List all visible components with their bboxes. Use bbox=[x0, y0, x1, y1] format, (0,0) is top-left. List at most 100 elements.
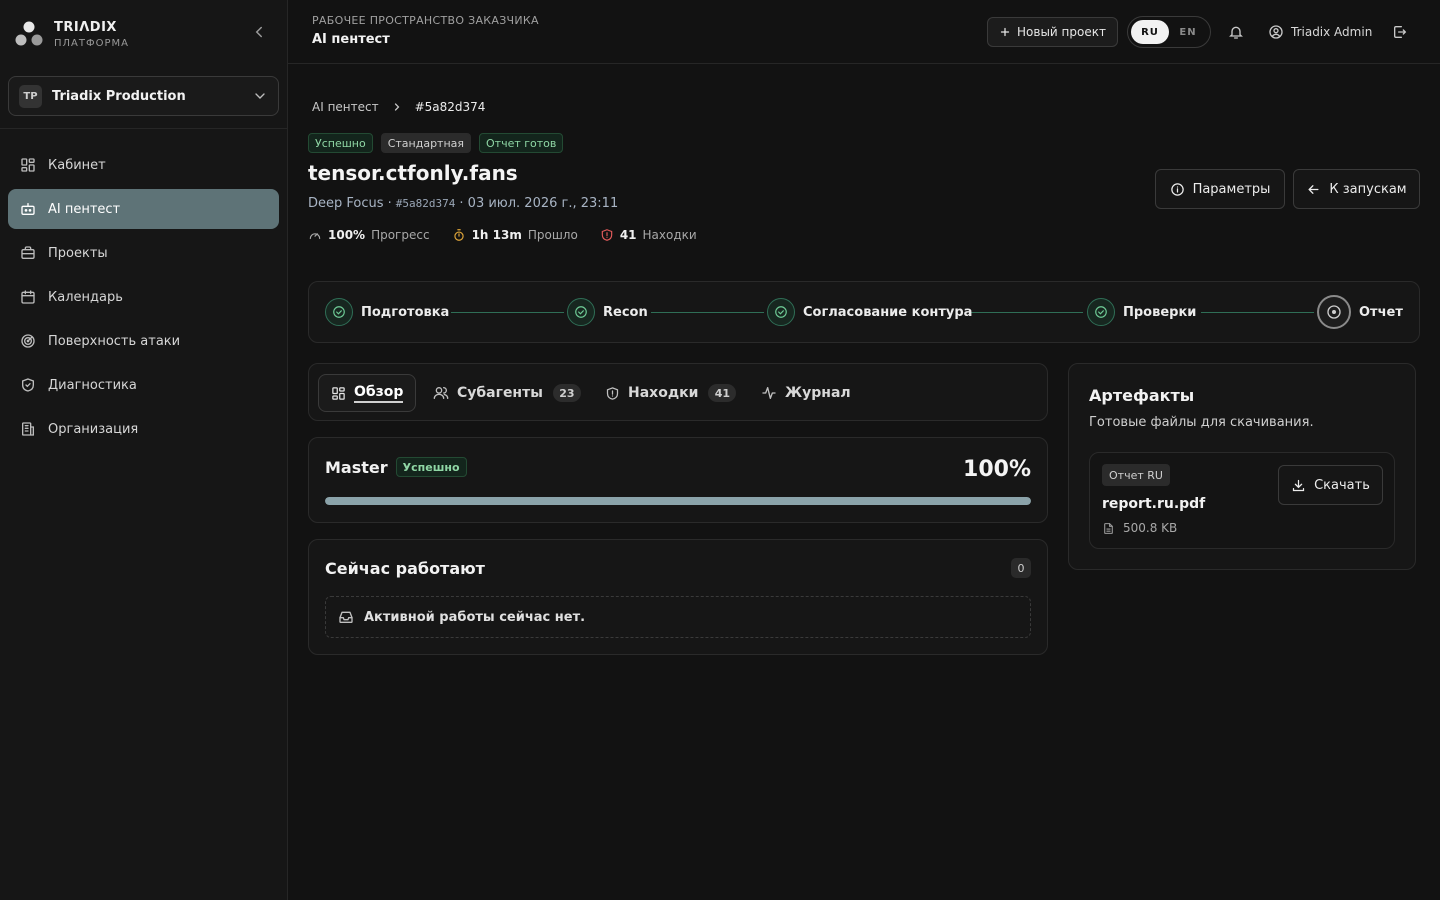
run-target: tensor.ctfonly.fans bbox=[308, 161, 518, 185]
master-title: Master bbox=[325, 457, 388, 477]
sidebar-item-label: Проекты bbox=[48, 245, 108, 261]
stat-findings-label: Находки bbox=[642, 228, 697, 242]
target-circle-icon bbox=[1317, 295, 1351, 329]
artifact-file: Отчет RU report.ru.pdf 500.8 KB Скачать bbox=[1089, 452, 1395, 549]
download-label: Скачать bbox=[1314, 477, 1370, 493]
findings-count-badge: 41 bbox=[708, 384, 737, 402]
briefcase-icon bbox=[20, 245, 36, 261]
artifacts-card: Артефакты Готовые файлы для скачивания. … bbox=[1068, 363, 1416, 570]
chevron-down-icon bbox=[252, 88, 268, 104]
step-connector bbox=[651, 312, 764, 313]
language-toggle: RU EN bbox=[1127, 16, 1211, 48]
shield-icon bbox=[605, 386, 620, 401]
run-badges: Успешно Стандартная Отчет готов bbox=[308, 133, 564, 153]
step-preparation[interactable]: Подготовка bbox=[325, 296, 449, 328]
step-recon[interactable]: Recon bbox=[567, 296, 648, 328]
back-to-runs-button[interactable]: К запускам bbox=[1293, 169, 1420, 209]
organization-select[interactable]: TP Triadix Production bbox=[8, 76, 279, 116]
tab-label: Журнал bbox=[785, 385, 851, 401]
file-size: 500.8 KB bbox=[1123, 521, 1178, 535]
gauge-icon bbox=[308, 228, 322, 242]
download-button[interactable]: Скачать bbox=[1278, 465, 1383, 505]
status-badge: Успешно bbox=[308, 133, 373, 153]
working-title: Сейчас работают bbox=[325, 559, 485, 578]
sidebar: TRIΛDIX ПЛАТФОРМА TP Triadix Production … bbox=[0, 0, 288, 900]
org-avatar: TP bbox=[19, 84, 42, 108]
run-id: #5a82d374 bbox=[395, 197, 456, 210]
arrow-left-icon bbox=[1306, 182, 1321, 197]
artifacts-subtitle: Готовые файлы для скачивания. bbox=[1089, 415, 1314, 430]
stat-progress: 100% Прогресс bbox=[308, 228, 430, 242]
tab-findings[interactable]: Находки 41 bbox=[605, 374, 737, 412]
tab-overview[interactable]: Обзор bbox=[318, 374, 417, 412]
step-scope-approval[interactable]: Согласование контура bbox=[767, 296, 972, 328]
master-status-badge: Успешно bbox=[395, 457, 467, 477]
breadcrumb-current: #5a82d374 bbox=[414, 100, 486, 114]
empty-state: Активной работы сейчас нет. bbox=[325, 596, 1031, 638]
logout-icon[interactable] bbox=[1392, 24, 1408, 40]
sidebar-item-label: Кабинет bbox=[48, 157, 106, 173]
sidebar-item-ai-pentest[interactable]: AI пентест bbox=[8, 189, 279, 229]
sidebar-divider bbox=[0, 128, 287, 129]
step-label: Отчет bbox=[1359, 304, 1403, 320]
layout-grid-icon bbox=[331, 386, 346, 401]
step-checks[interactable]: Проверки bbox=[1087, 296, 1196, 328]
sidebar-item-label: Организация bbox=[48, 421, 139, 437]
shield-check-icon bbox=[20, 377, 36, 393]
page-title: AI пентест bbox=[312, 32, 390, 47]
workspace-label: РАБОЧЕЕ ПРОСТРАНСТВО ЗАКАЗЧИКА bbox=[312, 14, 539, 27]
sidebar-item-calendar[interactable]: Календарь bbox=[8, 277, 279, 317]
profile-badge: Стандартная bbox=[380, 133, 472, 153]
user-circle-icon bbox=[1268, 24, 1284, 40]
triadix-logo-icon bbox=[14, 19, 44, 49]
step-label: Согласование контура bbox=[803, 304, 973, 320]
chevron-right-icon bbox=[391, 101, 403, 113]
stat-elapsed-value: 1h 13m bbox=[471, 228, 522, 242]
step-label: Recon bbox=[603, 304, 648, 320]
master-progress-fill bbox=[325, 497, 1031, 505]
lang-en-button[interactable]: EN bbox=[1169, 20, 1207, 44]
download-icon bbox=[1291, 478, 1306, 493]
brand-subtitle: ПЛАТФОРМА bbox=[54, 37, 129, 49]
run-tabs: Обзор Субагенты 23 Находки 41 Журнал bbox=[308, 363, 1048, 421]
sidebar-item-label: Поверхность атаки bbox=[48, 333, 181, 349]
check-circle-icon bbox=[567, 298, 595, 326]
step-report[interactable]: Отчет bbox=[1317, 294, 1403, 330]
sidebar-item-organization[interactable]: Организация bbox=[8, 409, 279, 449]
new-project-button[interactable]: Новый проект bbox=[987, 17, 1118, 47]
sidebar-item-projects[interactable]: Проекты bbox=[8, 233, 279, 273]
bell-icon[interactable] bbox=[1228, 24, 1244, 40]
parameters-button[interactable]: Параметры bbox=[1155, 169, 1285, 209]
file-name: report.ru.pdf bbox=[1102, 496, 1206, 512]
check-circle-icon bbox=[325, 298, 353, 326]
brand[interactable]: TRIΛDIX ПЛАТФОРМА bbox=[14, 17, 129, 51]
run-meta: Deep Focus · #5a82d374 · 03 июл. 2026 г.… bbox=[308, 196, 618, 211]
collapse-sidebar-icon[interactable] bbox=[250, 23, 268, 41]
sidebar-item-dashboard[interactable]: Кабинет bbox=[8, 145, 279, 185]
org-name: Triadix Production bbox=[52, 88, 186, 104]
breadcrumb-parent[interactable]: AI пентест bbox=[312, 100, 379, 114]
calendar-icon bbox=[20, 289, 36, 305]
stat-findings: 41 Находки bbox=[600, 228, 697, 242]
master-progress-bar bbox=[325, 497, 1031, 505]
top-header: РАБОЧЕЕ ПРОСТРАНСТВО ЗАКАЗЧИКА AI пентес… bbox=[288, 0, 1440, 64]
step-connector bbox=[1201, 312, 1314, 313]
sidebar-nav: Кабинет AI пентест Проекты Календарь Пов… bbox=[8, 145, 279, 453]
subagents-count-badge: 23 bbox=[552, 384, 581, 402]
dashboard-icon bbox=[20, 157, 36, 173]
step-label: Подготовка bbox=[361, 304, 450, 320]
lang-ru-button[interactable]: RU bbox=[1131, 20, 1169, 44]
building-icon bbox=[20, 421, 36, 437]
tab-journal[interactable]: Журнал bbox=[761, 374, 851, 412]
stat-progress-label: Прогресс bbox=[371, 228, 430, 242]
master-percent: 100% bbox=[963, 457, 1031, 482]
brand-name: TRIΛDIX bbox=[54, 19, 117, 35]
breadcrumb: AI пентест #5a82d374 bbox=[312, 98, 485, 116]
user-menu[interactable]: Triadix Admin bbox=[1268, 22, 1372, 42]
master-title-row: Master Успешно bbox=[325, 457, 467, 477]
run-date: 03 июл. 2026 г., 23:11 bbox=[467, 196, 619, 211]
users-icon bbox=[433, 385, 449, 401]
sidebar-item-attack-surface[interactable]: Поверхность атаки bbox=[8, 321, 279, 361]
sidebar-item-diagnostics[interactable]: Диагностика bbox=[8, 365, 279, 405]
tab-subagents[interactable]: Субагенты 23 bbox=[433, 374, 581, 412]
